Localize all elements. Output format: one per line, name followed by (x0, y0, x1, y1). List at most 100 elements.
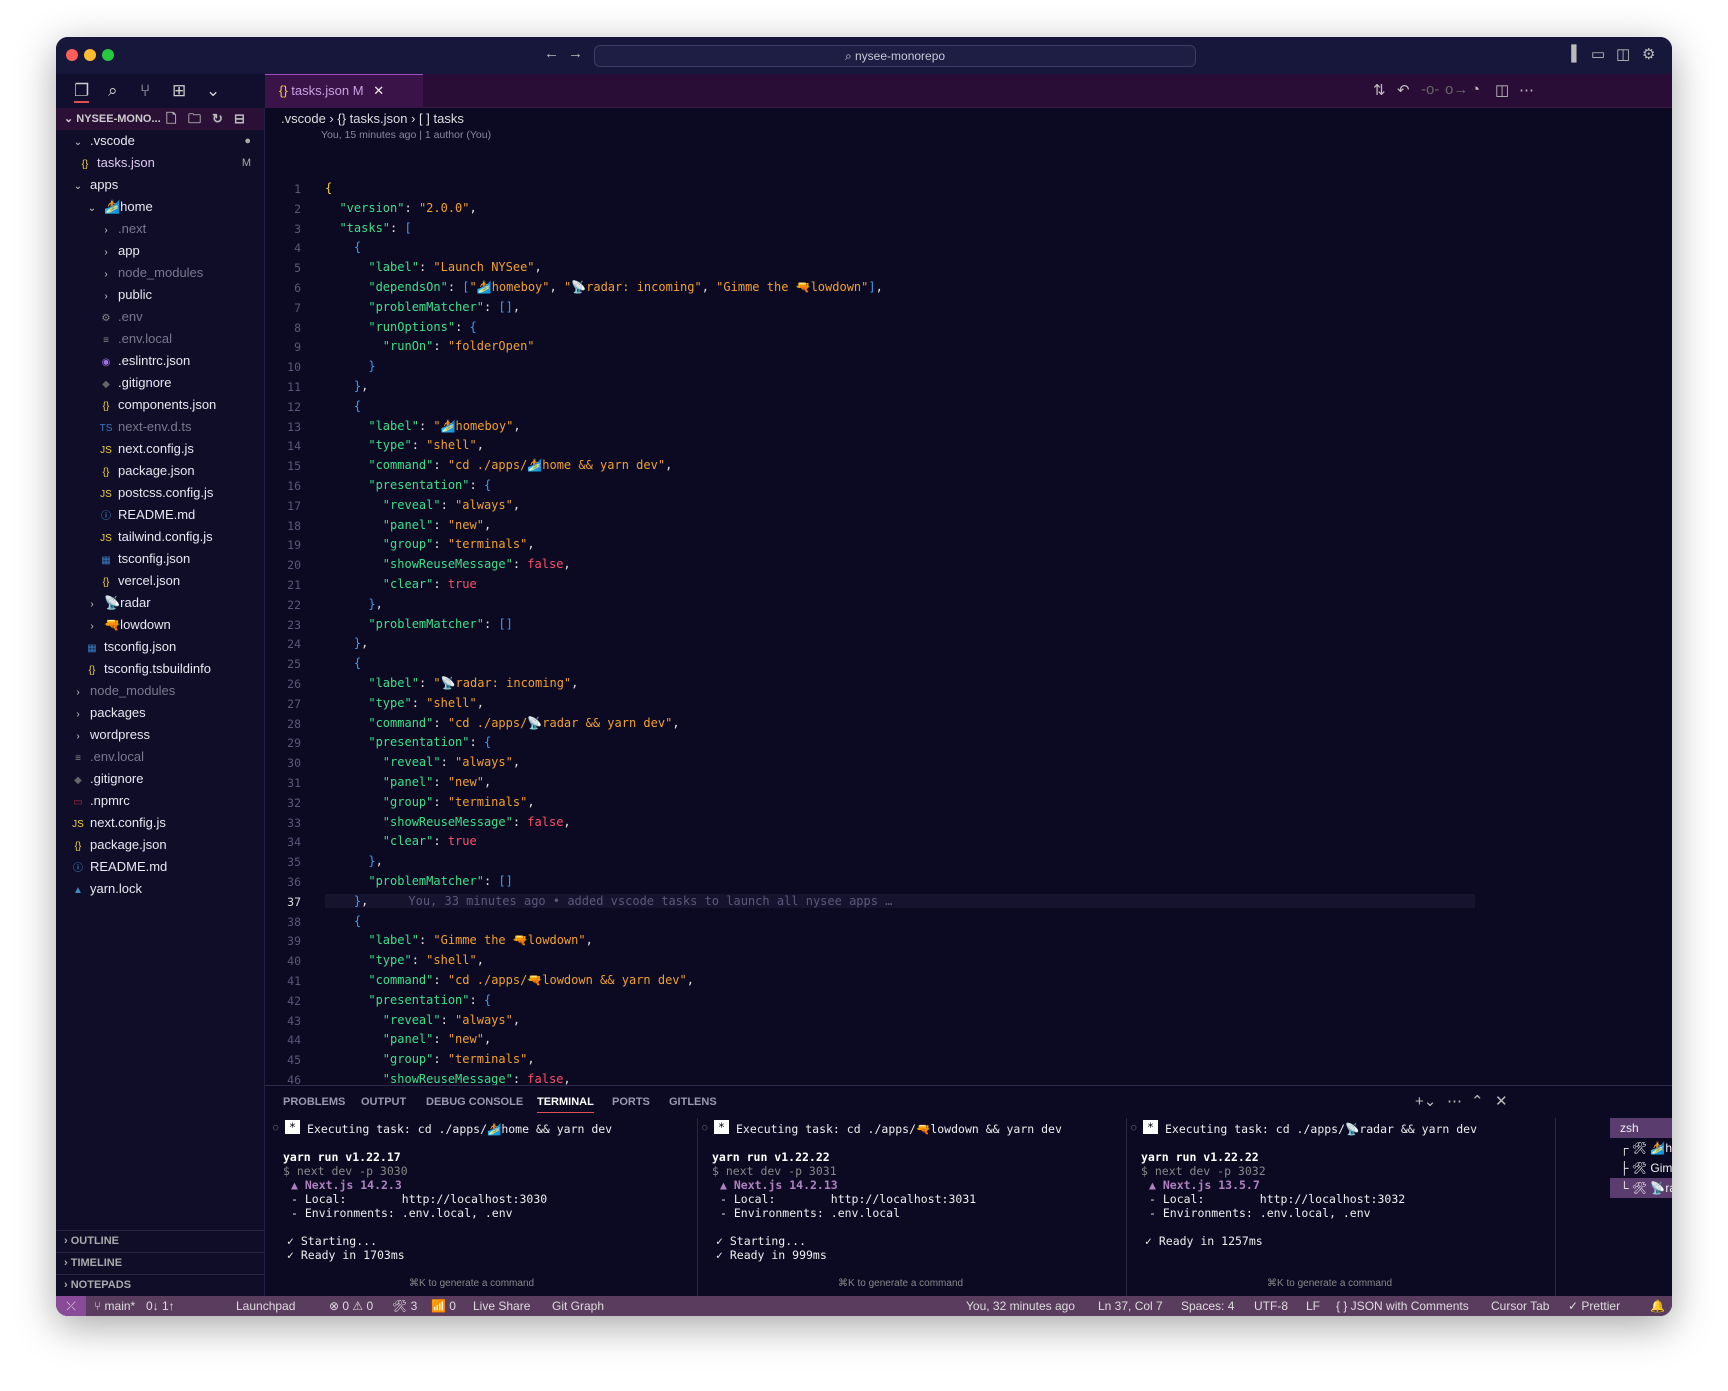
forward-icon[interactable]: → (568, 45, 583, 62)
panel-tab-output[interactable]: OUTPUT (361, 1096, 406, 1108)
sync-status[interactable]: 0↓ 1↑ (146, 1296, 175, 1316)
tree-item[interactable]: {} tasks.json M (56, 152, 265, 174)
panel-tab-debug-console[interactable]: DEBUG CONSOLE (426, 1096, 523, 1108)
tree-item[interactable]: ▲ yarn.lock (56, 878, 265, 900)
next-change-icon[interactable]: o→ (1445, 81, 1468, 98)
panel-tab-terminal[interactable]: TERMINAL (537, 1096, 594, 1113)
tree-item[interactable]: TS next-env.d.ts (56, 416, 265, 438)
tree-item[interactable]: › node_modules (56, 262, 265, 284)
tree-item[interactable]: ⓘ README.md (56, 504, 265, 526)
tree-item[interactable]: › public (56, 284, 265, 306)
tree-item[interactable]: ⓘ README.md (56, 856, 265, 878)
panel-tab-problems[interactable]: PROBLEMS (283, 1096, 345, 1108)
tree-item[interactable]: › packages (56, 702, 265, 724)
tree-item[interactable]: › wordpress (56, 724, 265, 746)
breadcrumb-file[interactable]: {} tasks.json (337, 111, 407, 126)
remote-icon[interactable]: ⤫ (56, 1296, 86, 1316)
terminal-list-item[interactable]: └ 🛠 📡ra... (1610, 1178, 1672, 1198)
indentation[interactable]: Spaces: 4 (1181, 1296, 1234, 1316)
collapse-all-icon[interactable]: ⊟ (234, 108, 245, 130)
toggle-panel-icon[interactable]: ▭ (1591, 45, 1605, 63)
tree-item[interactable]: ⌄ 🏄home (56, 196, 265, 218)
panel-tab-gitlens[interactable]: GITLENS (669, 1096, 717, 1108)
terminal-list-item[interactable]: ┌ 🛠 🏄ho... (1610, 1138, 1672, 1158)
search-icon[interactable]: ⌕ (108, 81, 118, 101)
tree-item[interactable]: ▭ .npmrc (56, 790, 265, 812)
maximize-window-button[interactable] (102, 49, 114, 61)
tree-item[interactable]: ◉ .eslintrc.json (56, 350, 265, 372)
prettier-status[interactable]: ✓ Prettier (1568, 1296, 1620, 1316)
gitlens-codelens[interactable]: You, 15 minutes ago | 1 author (You) (321, 129, 491, 141)
compare-changes-icon[interactable]: ⇅ (1373, 81, 1386, 99)
terminal-list-item[interactable]: ├ 🛠 Gim... (1610, 1158, 1672, 1178)
explorer-header[interactable]: ⌄ NYSEE-MONO... 🗋 🗀 ↻ ⊟ (56, 108, 264, 130)
more-icon[interactable]: ⋯ (1447, 1092, 1462, 1110)
new-terminal-icon[interactable]: +⌄ (1415, 1092, 1436, 1110)
more-actions-icon[interactable]: ⋯ (1519, 81, 1534, 99)
tree-item[interactable]: {} tsconfig.tsbuildinfo (56, 658, 265, 680)
source-control-icon[interactable]: ⑂ (140, 81, 150, 101)
code-editor[interactable]: .vscode › {} tasks.json › [ ] tasks You,… (265, 108, 1672, 1206)
new-file-icon[interactable]: 🗋 (166, 108, 176, 130)
breadcrumb-folder[interactable]: .vscode (281, 111, 326, 126)
terminal-pane[interactable]: ○ * Executing task: cd ./apps/📡radar && ya… (1131, 1118, 1556, 1296)
problems-status[interactable]: ⊗ 0 ⚠ 0 (329, 1296, 373, 1316)
previous-change-icon[interactable]: ↶ (1397, 81, 1410, 99)
back-icon[interactable]: ← (544, 45, 559, 62)
language-mode[interactable]: { } JSON with Comments (1336, 1296, 1469, 1316)
tree-item[interactable]: ⌄ apps (56, 174, 265, 196)
refresh-icon[interactable]: ↻ (212, 108, 223, 130)
tree-item[interactable]: ≡ .env.local (56, 328, 265, 350)
tree-item[interactable]: JS next.config.js (56, 812, 265, 834)
blame-status[interactable]: You, 32 minutes ago (966, 1296, 1075, 1316)
maximize-panel-icon[interactable]: ⌃ (1471, 1092, 1484, 1110)
tree-item[interactable]: {} package.json (56, 834, 265, 856)
panel-tab-ports[interactable]: PORTS (612, 1096, 650, 1108)
git-graph-status[interactable]: Git Graph (552, 1296, 604, 1316)
section-notepads[interactable]: › NOTEPADS (56, 1274, 264, 1296)
eol[interactable]: LF (1306, 1296, 1320, 1316)
live-share-status[interactable]: Live Share (473, 1296, 530, 1316)
tree-item[interactable]: › 🔫lowdown (56, 614, 265, 636)
tree-item[interactable]: › node_modules (56, 680, 265, 702)
tree-item[interactable]: {} vercel.json (56, 570, 265, 592)
tree-item[interactable]: › .next (56, 218, 265, 240)
ports-status[interactable]: 📶 0 (431, 1296, 456, 1316)
tasks-status[interactable]: 🛠 3 (392, 1296, 417, 1316)
minimize-window-button[interactable] (84, 49, 96, 61)
tab-tasks-json[interactable]: {} tasks.json M ✕ (265, 74, 423, 108)
tree-item[interactable]: JS next.config.js (56, 438, 265, 460)
tree-item[interactable]: ▦ tsconfig.json (56, 636, 265, 658)
terminal-pane[interactable]: ○ * Executing task: cd ./apps/🔫lowdown && … (702, 1118, 1127, 1296)
branch-status[interactable]: ⑂ main* (94, 1296, 135, 1316)
tree-item[interactable]: JS tailwind.config.js (56, 526, 265, 548)
tree-item[interactable]: › 📡radar (56, 592, 265, 614)
tree-item[interactable]: {} components.json (56, 394, 265, 416)
section-timeline[interactable]: › TIMELINE (56, 1252, 264, 1274)
new-folder-icon[interactable]: 🗀 (188, 108, 201, 130)
explorer-icon[interactable]: ❐ (74, 81, 90, 103)
tree-item[interactable]: ⌄ .vscode ● (56, 130, 265, 152)
encoding[interactable]: UTF-8 (1254, 1296, 1288, 1316)
tree-item[interactable]: ▦ tsconfig.json (56, 548, 265, 570)
chevron-down-icon[interactable]: ⌄ (206, 81, 220, 101)
launchpad-status[interactable]: Launchpad (236, 1296, 295, 1316)
close-tab-icon[interactable]: ✕ (373, 83, 384, 98)
toggle-secondary-sidebar-icon[interactable]: ◫ (1616, 45, 1630, 63)
tree-item[interactable]: ◆ .gitignore (56, 372, 265, 394)
extensions-icon[interactable]: ⊞ (172, 81, 186, 101)
terminal-list-item[interactable]: zsh (1610, 1118, 1672, 1138)
split-editor-icon[interactable]: ◫ (1495, 81, 1509, 99)
terminal-pane[interactable]: ○ * Executing task: cd ./apps/🏄home && yar… (273, 1118, 698, 1296)
section-outline[interactable]: › OUTLINE (56, 1230, 264, 1252)
tree-item[interactable]: ≡ .env.local (56, 746, 265, 768)
notifications-bell-icon[interactable]: 🔔 (1650, 1296, 1665, 1316)
cursor-tab-status[interactable]: Cursor Tab (1491, 1296, 1549, 1316)
tree-item[interactable]: JS postcss.config.js (56, 482, 265, 504)
close-panel-icon[interactable]: ✕ (1495, 1092, 1508, 1110)
gitlens-icon[interactable]: ◔ (1471, 81, 1480, 98)
cursor-position[interactable]: Ln 37, Col 7 (1098, 1296, 1163, 1316)
close-window-button[interactable] (66, 49, 78, 61)
tree-item[interactable]: ◆ .gitignore (56, 768, 265, 790)
tree-item[interactable]: ⚙ .env (56, 306, 265, 328)
